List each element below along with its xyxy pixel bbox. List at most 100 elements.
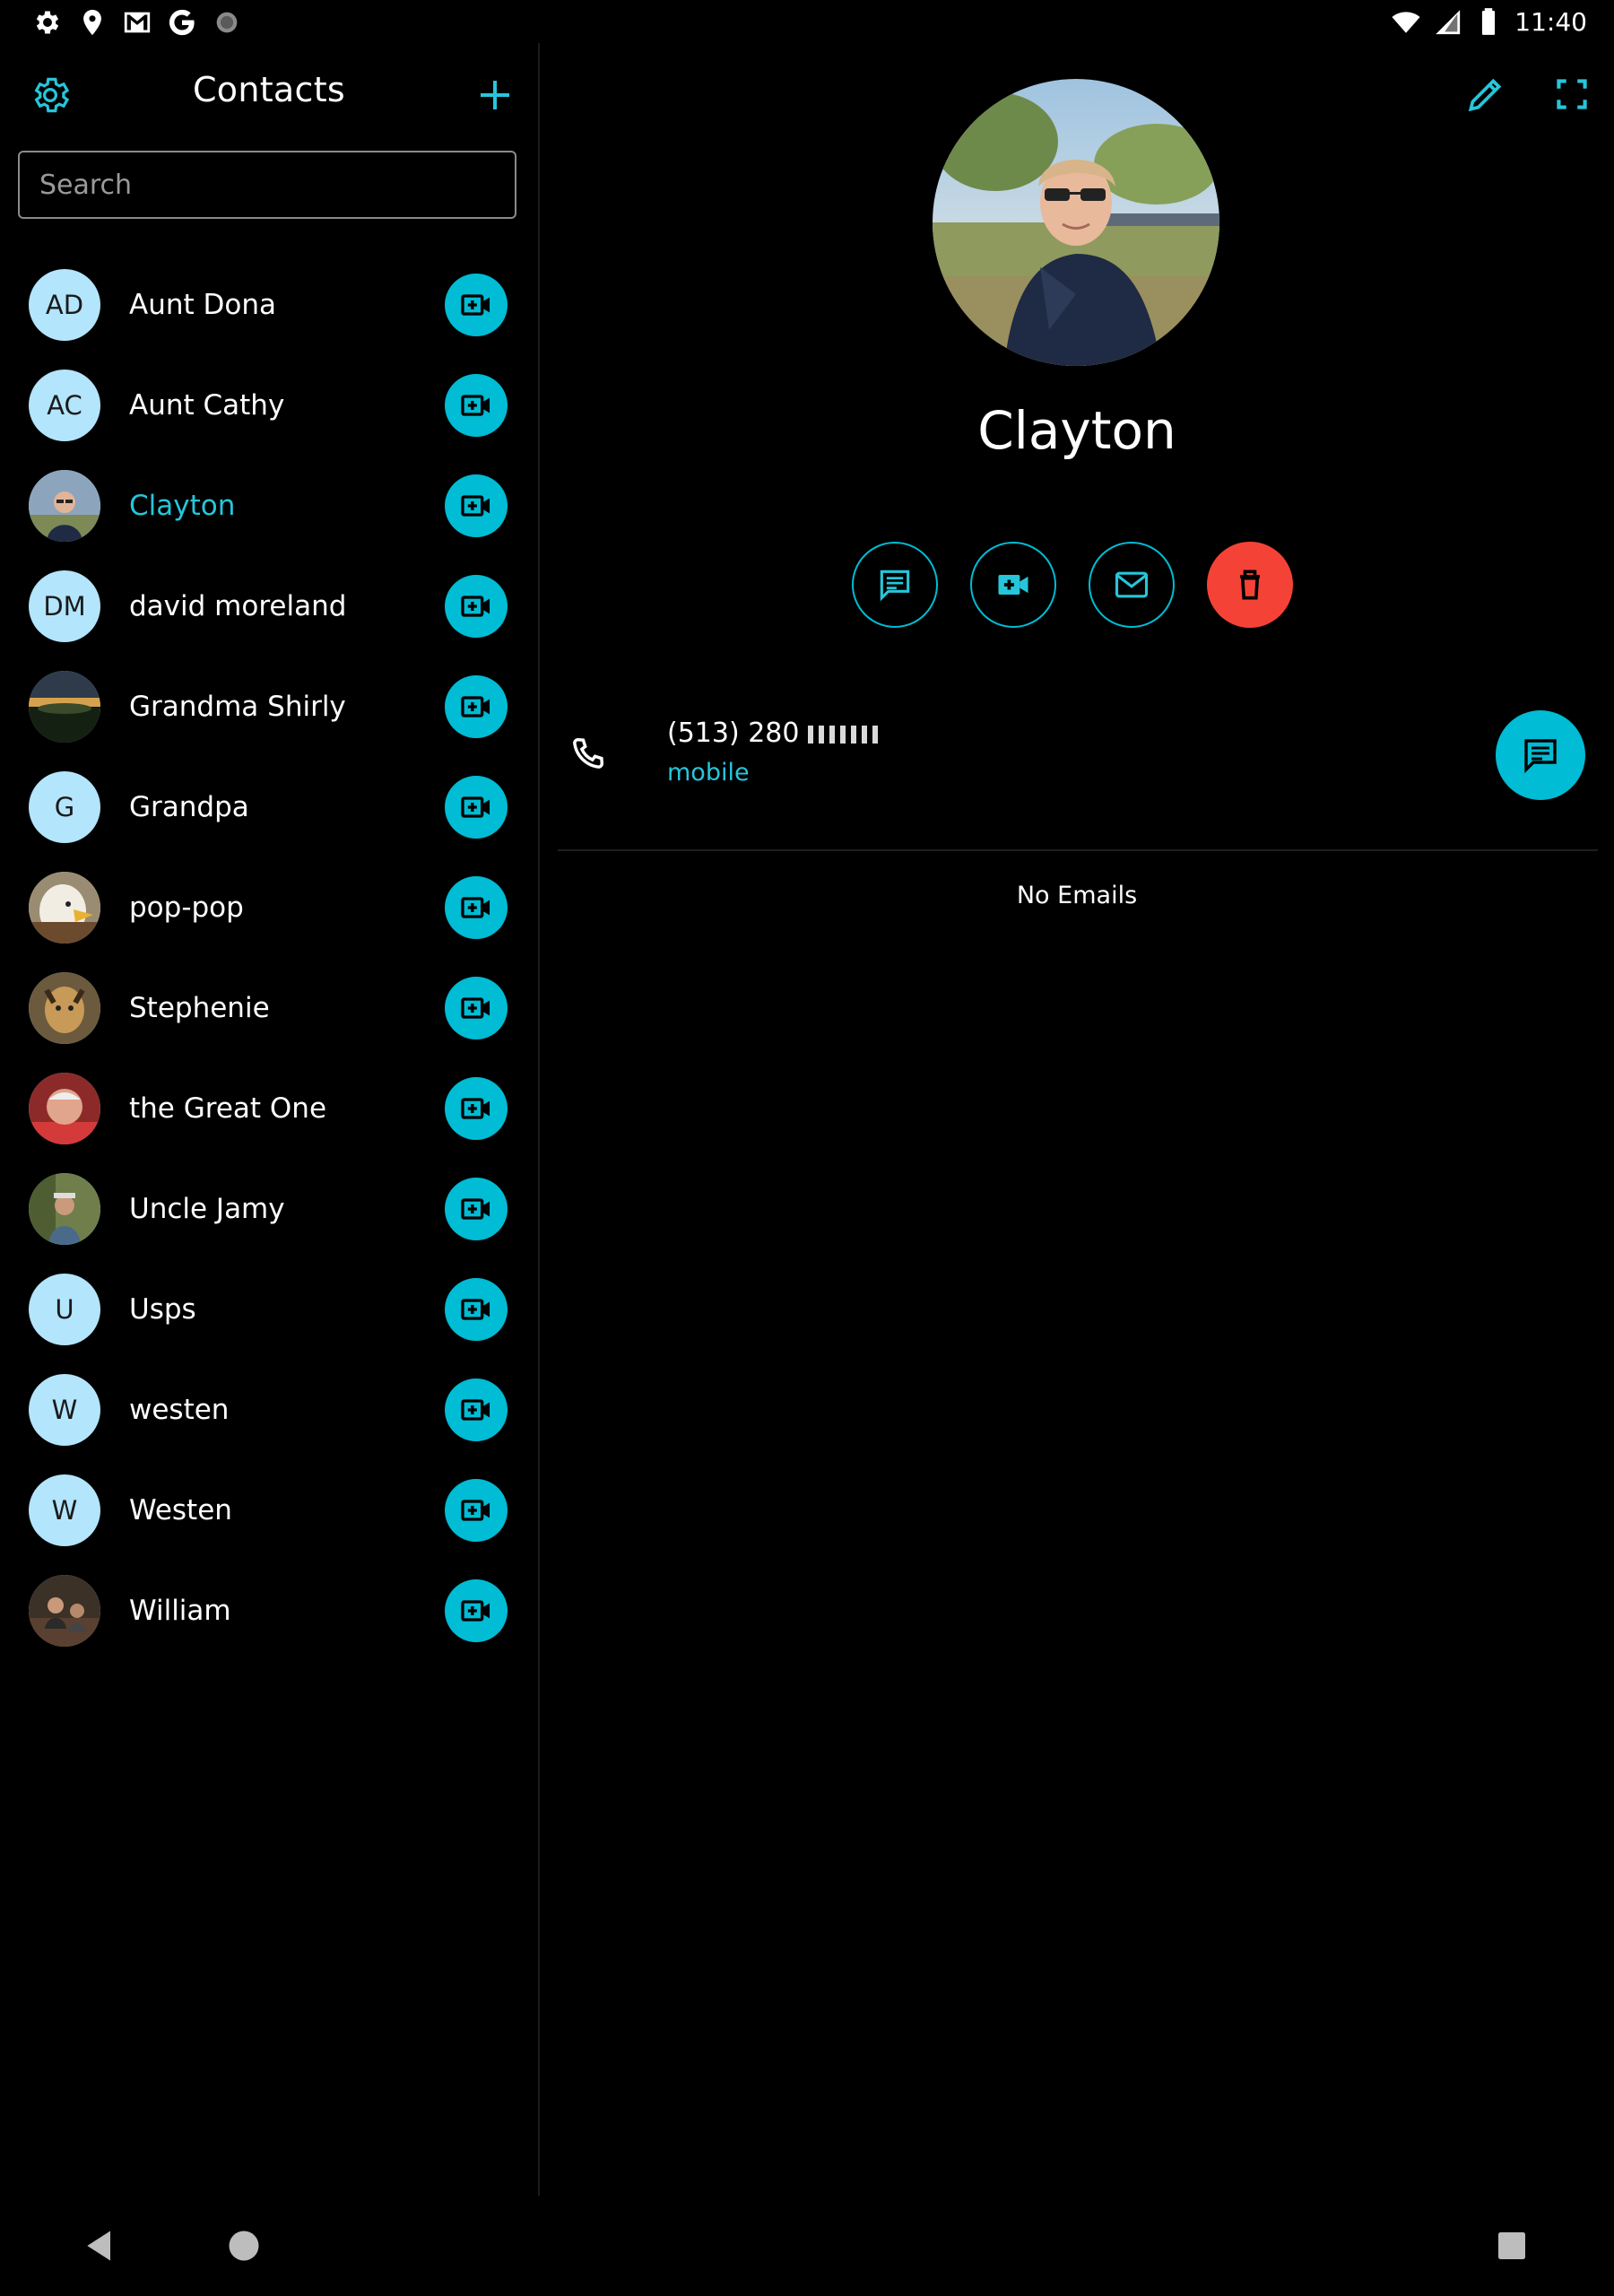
contact-name: Westen [129,1494,232,1526]
contacts-title: Contacts [192,70,346,109]
video-camera-icon [461,997,490,1019]
contact-name: Grandpa [129,791,249,823]
back-icon[interactable] [81,2226,120,2266]
settings-icon [32,7,63,38]
video-camera-icon [461,294,490,316]
contact-name: the Great One [129,1092,327,1125]
clock: 11:40 [1514,6,1587,37]
gmail-icon [122,7,152,38]
fullscreen-icon[interactable] [1549,72,1594,117]
video-call-button[interactable] [445,876,508,939]
contact-row[interactable]: pop-pop [0,857,538,958]
contact-list: AD Aunt Dona AC Aunt Cathy Clayton DM david mo… [0,255,538,1661]
status-bar-notifications [32,7,242,38]
phone-number-text: (513) 280 [667,718,800,749]
search-input[interactable] [18,151,516,219]
contact-row[interactable]: William [0,1561,538,1661]
contact-name: William [129,1595,231,1627]
video-camera-icon [461,495,490,517]
contact-row[interactable]: AD Aunt Dona [0,255,538,355]
contact-name: Aunt Dona [129,289,276,321]
contact-avatar-photo [29,972,100,1044]
video-call-button[interactable] [445,1479,508,1542]
contact-name: Uncle Jamy [129,1193,285,1225]
message-button[interactable] [852,542,938,628]
contact-name: Clayton [129,490,236,522]
contact-row[interactable]: DM david moreland [0,556,538,657]
contact-name-heading: Clayton [977,400,1176,461]
profile-photo [933,79,1219,366]
contact-avatar-initials: G [29,771,100,843]
contact-row[interactable]: AC Aunt Cathy [0,355,538,456]
google-icon [167,7,197,38]
video-call-button[interactable] [445,1579,508,1642]
video-call-button[interactable] [970,542,1056,628]
wifi-icon [1391,6,1421,37]
contact-name: pop-pop [129,891,244,924]
video-call-button[interactable] [445,776,508,839]
edit-icon[interactable] [1463,72,1508,117]
contact-row[interactable]: Stephenie [0,958,538,1058]
video-call-button[interactable] [445,374,508,437]
battery-icon [1473,6,1504,37]
delete-button[interactable] [1207,542,1293,628]
status-bar: 11:40 [0,0,1614,43]
recent-apps-icon[interactable] [1494,2228,1530,2264]
contact-detail-panel: Clayton (513) 280 mobile No Emails [540,43,1614,2196]
video-camera-icon [461,796,490,818]
status-bar-system: 11:40 [1391,5,1587,38]
video-camera-icon [461,1098,490,1119]
contact-row[interactable]: U Usps [0,1259,538,1360]
navigation-bar [0,2196,1614,2296]
video-call-button[interactable] [445,575,508,638]
contact-avatar-photo [29,671,100,743]
video-call-button[interactable] [445,1378,508,1441]
no-emails-text: No Emails [1016,882,1138,909]
video-camera-icon [461,1500,490,1521]
video-call-button[interactable] [445,474,508,537]
video-call-button[interactable] [445,977,508,1039]
video-call-button[interactable] [445,1278,508,1341]
contact-row[interactable]: W Westen [0,1460,538,1561]
contact-row[interactable]: Clayton [0,456,538,556]
contact-name: david moreland [129,590,347,622]
contact-avatar-initials: W [29,1374,100,1446]
contact-avatar-photo [29,470,100,542]
phone-icon [567,734,608,775]
contact-avatar-initials: AD [29,269,100,341]
home-icon[interactable] [224,2226,264,2266]
send-sms-button[interactable] [1496,710,1585,800]
contact-avatar-initials: AC [29,370,100,441]
contact-avatar-initials: U [29,1274,100,1345]
contact-avatar-photo [29,1575,100,1647]
email-button[interactable] [1089,542,1175,628]
contact-avatar-photo [29,872,100,944]
contact-row[interactable]: G Grandpa [0,757,538,857]
contact-name: Usps [129,1293,196,1326]
location-icon [77,7,108,38]
contact-avatar-photo [29,1173,100,1245]
contact-name: Grandma Shirly [129,691,346,723]
contacts-header: Contacts [0,43,538,144]
contact-row[interactable]: Grandma Shirly [0,657,538,757]
contact-row[interactable]: Uncle Jamy [0,1159,538,1259]
contacts-panel: Contacts AD Aunt Dona AC Aunt Cathy Clayton D… [0,43,540,2196]
video-call-button[interactable] [445,1178,508,1240]
contact-row[interactable]: Wwesten [0,1360,538,1460]
action-row [852,542,1300,631]
contact-avatar-initials: W [29,1474,100,1546]
contact-name: Aunt Cathy [129,389,285,422]
add-contact-icon[interactable] [473,74,516,117]
divider [558,849,1598,851]
contact-row[interactable]: the Great One [0,1058,538,1159]
phone-number[interactable]: (513) 280 [667,718,881,749]
video-call-button[interactable] [445,274,508,336]
video-call-button[interactable] [445,1077,508,1140]
signal-icon [1432,6,1462,37]
video-camera-icon [461,1299,490,1320]
circle-icon [212,7,242,38]
video-call-button[interactable] [445,675,508,738]
video-camera-icon [461,696,490,718]
phone-type-label: mobile [667,759,750,787]
contact-avatar-initials: DM [29,570,100,642]
